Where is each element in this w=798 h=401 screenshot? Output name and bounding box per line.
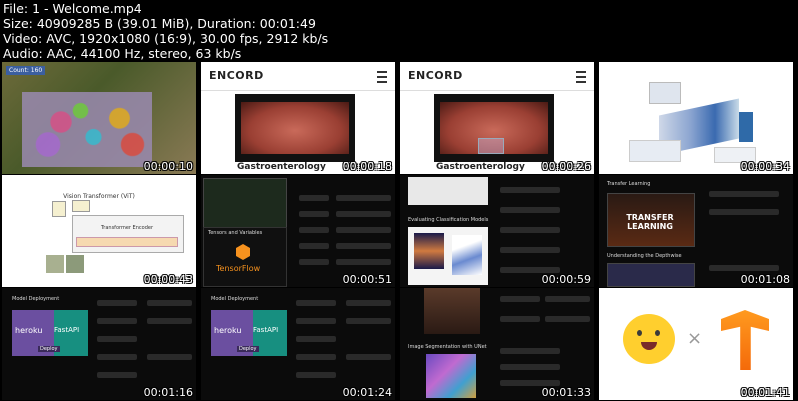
timestamp: 00:01:33 [541,386,591,399]
tensorflow-icon [721,310,769,370]
timestamp: 00:00:34 [740,160,790,173]
times-symbol: × [687,328,703,349]
video-caption: Gastroenterology [436,162,525,172]
thumbnail-11[interactable]: Image Segmentation with UNet 00:01:33 [400,288,594,400]
timestamp: 00:00:18 [342,160,392,173]
encord-logo: ENCORD [408,69,463,82]
card-label: Tensors and Variables [208,230,263,236]
timestamp: 00:00:51 [342,273,392,286]
thumbnail-1[interactable]: Count: 160 00:00:10 [2,62,196,174]
timestamp: 00:00:59 [541,273,591,286]
fastapi-logo: FastAPI [54,326,80,334]
section-label: Image Segmentation with UNet [408,344,487,350]
banner-title: TRANSFER LEARNING [626,213,674,231]
menu-icon [576,71,586,83]
thumbnail-grid: Count: 160 00:00:10 ENCORD Gastroenterol… [0,62,798,401]
section-label: Evaluating Classification Models [408,217,489,223]
timestamp: 00:00:26 [541,160,591,173]
thumbnail-6[interactable]: Tensors and Variables TensorFlow 00:00:5… [201,175,395,287]
thumbnail-12[interactable]: × 00:01:41 [599,288,793,400]
vit-title: Vision Transformer (ViT) [63,193,135,200]
timestamp: 00:00:43 [143,273,193,286]
section-label: Model Deployment [12,296,60,302]
timestamp: 00:01:41 [740,386,790,399]
thumbnail-7[interactable]: Evaluating Classification Models 00:00:5… [400,175,594,287]
tensorflow-logo: TensorFlow [216,264,261,273]
encoder-label: Transformer Encoder [100,225,154,231]
thumbnail-8[interactable]: Transfer Learning TRANSFER LEARNING Unde… [599,175,793,287]
audio-info: Audio: AAC, 44100 Hz, stereo, 63 kb/s [3,46,242,61]
hugging-face-icon [623,314,675,364]
menu-icon [377,71,387,83]
thumbnail-2[interactable]: ENCORD Gastroenterology 00:00:18 [201,62,395,174]
section-label: Transfer Learning [607,181,651,187]
timestamp: 00:01:08 [740,273,790,286]
fastapi-logo: FastAPI [253,326,279,334]
deploy-tag: Deploy [237,346,259,352]
thumbnail-5[interactable]: Vision Transformer (ViT) Transformer Enc… [2,175,196,287]
thumbnail-9[interactable]: Model Deployment heroku FastAPI Deploy 0… [2,288,196,400]
count-label: Count: 160 [6,66,46,75]
heroku-logo: heroku [214,326,242,335]
timestamp: 00:01:16 [143,386,193,399]
thumbnail-10[interactable]: Model Deployment heroku FastAPI Deploy 0… [201,288,395,400]
timestamp: 00:01:24 [342,386,392,399]
section-label: Model Deployment [211,296,259,302]
thumbnail-4[interactable]: 00:00:34 [599,62,793,174]
video-caption: Gastroenterology [237,162,326,172]
encord-logo: ENCORD [209,69,264,82]
heroku-logo: heroku [15,326,43,335]
thumbnail-3[interactable]: ENCORD Gastroenterology 00:00:26 [400,62,594,174]
timestamp: 00:00:10 [143,160,193,173]
deploy-tag: Deploy [38,346,60,352]
section-label-2: Understanding the Depthwise [607,253,682,259]
